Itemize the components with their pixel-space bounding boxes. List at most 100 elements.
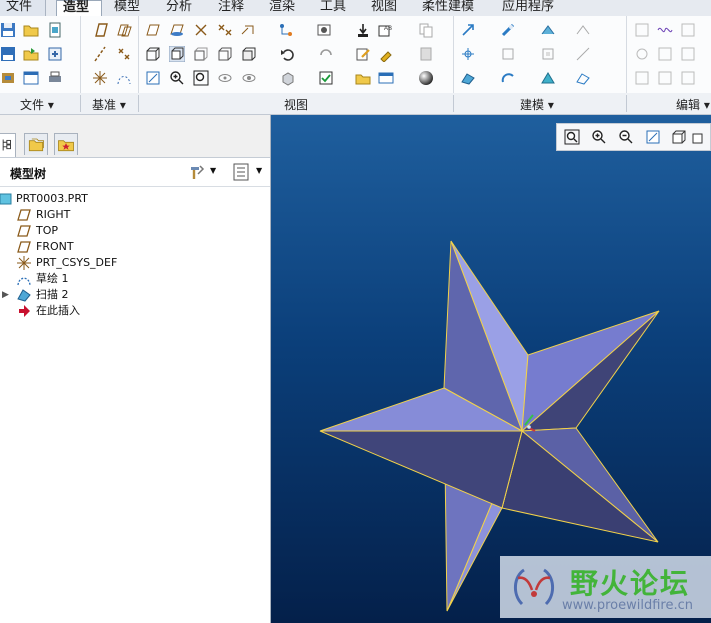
spin-center-icon[interactable] <box>278 22 294 38</box>
tree-item-insert-here[interactable]: 在此插入 <box>16 303 256 319</box>
save-as-icon[interactable] <box>0 46 16 62</box>
shaded-cube-icon[interactable] <box>169 46 185 62</box>
swept-blend-icon[interactable] <box>540 70 556 86</box>
tab-render[interactable]: 渲染 <box>263 0 309 16</box>
watermark-title: 野火论坛 <box>570 567 691 600</box>
shell-icon[interactable] <box>500 46 516 62</box>
draft-icon[interactable] <box>540 46 556 62</box>
datum-point-icon[interactable] <box>116 46 132 62</box>
saved-views-icon[interactable] <box>316 22 332 38</box>
refit-icon[interactable] <box>145 70 161 86</box>
tab-model-tree[interactable] <box>0 133 16 157</box>
datum-axis-icon[interactable] <box>92 46 108 62</box>
edit-surface-icon[interactable] <box>680 22 696 38</box>
tab-view[interactable]: 视图 <box>365 0 411 16</box>
csys-display-icon[interactable] <box>241 22 257 38</box>
edit-merge-icon[interactable] <box>680 46 696 62</box>
hole-icon[interactable] <box>500 22 516 38</box>
datum-plane-offset-icon[interactable] <box>116 22 132 38</box>
tab-applications[interactable]: 应用程序 <box>496 0 576 16</box>
tab-flexible-modeling[interactable]: 柔性建模 <box>416 0 496 16</box>
plane-eye-icon[interactable] <box>169 22 185 38</box>
new-file-icon[interactable] <box>47 22 63 38</box>
point-display-icon[interactable] <box>217 22 233 38</box>
window-icon[interactable] <box>23 70 39 86</box>
wireframe-cube-icon[interactable] <box>145 46 161 62</box>
tree-item-sweep[interactable]: ▶ 扫描 2 <box>2 287 256 303</box>
mirror-icon[interactable] <box>460 46 476 62</box>
visibility-eye-icon[interactable] <box>217 70 233 86</box>
edit-offset-icon[interactable] <box>657 70 673 86</box>
sweep-icon[interactable] <box>460 70 476 86</box>
layer-window-icon[interactable] <box>378 70 394 86</box>
open-folder-icon[interactable] <box>23 22 39 38</box>
round-icon[interactable] <box>540 22 556 38</box>
extrude-arrow-icon[interactable] <box>460 22 476 38</box>
copy-icon[interactable] <box>418 22 434 38</box>
folder-yellow-icon[interactable] <box>355 70 371 86</box>
edit-pencil-icon[interactable] <box>355 46 371 62</box>
axis-display-icon[interactable] <box>193 22 209 38</box>
group-modeling-label[interactable]: 建模 ▾ <box>520 96 554 113</box>
tree-item-right[interactable]: RIGHT <box>16 207 256 223</box>
tree-item-root[interactable]: PRT0003.PRT <box>0 191 260 207</box>
star-model[interactable] <box>271 115 711 623</box>
print-icon[interactable] <box>47 70 63 86</box>
group-file-label[interactable]: 文件 ▾ <box>20 96 54 113</box>
repaint-icon[interactable] <box>318 46 334 62</box>
zoom-in-icon[interactable] <box>169 70 185 86</box>
expand-arrow-icon[interactable]: ▶ <box>2 287 9 303</box>
edit-thicken-icon[interactable] <box>680 70 696 86</box>
tab-styling[interactable]: 造型 <box>56 0 102 17</box>
coordinate-system-icon[interactable] <box>92 70 108 86</box>
tab-folder-browser[interactable] <box>24 133 48 155</box>
tab-annotate[interactable]: 注释 <box>212 0 258 16</box>
edit-project-icon[interactable] <box>634 70 650 86</box>
graphics-viewport[interactable]: 野火论坛 www.proewildfire.cn <box>271 115 711 623</box>
paint-brush-icon[interactable] <box>378 46 394 62</box>
hide-plane-icon[interactable] <box>145 22 161 38</box>
sphere-icon[interactable] <box>418 70 434 86</box>
tree-item-top[interactable]: TOP <box>16 223 256 239</box>
tree-settings-dropdown-icon[interactable]: ▼ <box>210 166 216 175</box>
sketch-curve-icon[interactable] <box>116 70 132 86</box>
edit-curve-icon[interactable] <box>657 22 673 38</box>
tree-show-dropdown-icon[interactable]: ▼ <box>256 166 262 175</box>
pattern-icon[interactable] <box>575 22 591 38</box>
group-view-label: 视图 <box>284 98 309 112</box>
folder-arrow-icon[interactable] <box>23 46 39 62</box>
edit-grid-icon[interactable] <box>634 22 650 38</box>
group-datum-label[interactable]: 基准 ▾ <box>92 96 126 113</box>
text-style-icon[interactable]: AB <box>378 22 394 38</box>
tree-item-front[interactable]: FRONT <box>16 239 256 255</box>
display-style-icon[interactable] <box>280 70 296 86</box>
group-editing-label[interactable]: 编辑 ▾ <box>676 96 710 113</box>
file-menu[interactable]: 文件 ▾ <box>0 0 46 28</box>
rib-icon[interactable] <box>575 46 591 62</box>
paste-icon[interactable] <box>418 46 434 62</box>
show-eye-icon[interactable] <box>241 70 257 86</box>
tab-tools[interactable]: 工具 <box>314 0 360 16</box>
tree-show-icon[interactable] <box>232 163 250 184</box>
tree-settings-icon[interactable] <box>188 163 206 184</box>
blend-icon[interactable] <box>500 70 516 86</box>
datum-plane-icon[interactable] <box>92 22 108 38</box>
shaded-edges-cube-icon[interactable] <box>241 46 257 62</box>
regenerate-icon[interactable] <box>47 46 63 62</box>
tree-item-sketch[interactable]: 草绘 1 <box>16 271 256 287</box>
tools-icon[interactable] <box>0 70 16 86</box>
checkbox-view-icon[interactable] <box>318 70 334 86</box>
undo-icon[interactable] <box>280 46 296 62</box>
zoom-window-icon[interactable] <box>193 70 209 86</box>
no-hidden-cube-icon[interactable] <box>217 46 233 62</box>
hidden-line-cube-icon[interactable] <box>193 46 209 62</box>
edit-mirror-icon[interactable] <box>634 46 650 62</box>
tab-model[interactable]: 模型 <box>108 0 154 16</box>
tab-favorites[interactable] <box>54 133 78 155</box>
appearance-arrow-icon[interactable] <box>355 22 371 38</box>
warp-icon[interactable] <box>575 70 591 86</box>
tab-analysis[interactable]: 分析 <box>160 0 206 16</box>
edit-trim-icon[interactable] <box>657 46 673 62</box>
tree-item-csys[interactable]: PRT_CSYS_DEF <box>16 255 256 271</box>
save-icon[interactable] <box>0 22 16 38</box>
